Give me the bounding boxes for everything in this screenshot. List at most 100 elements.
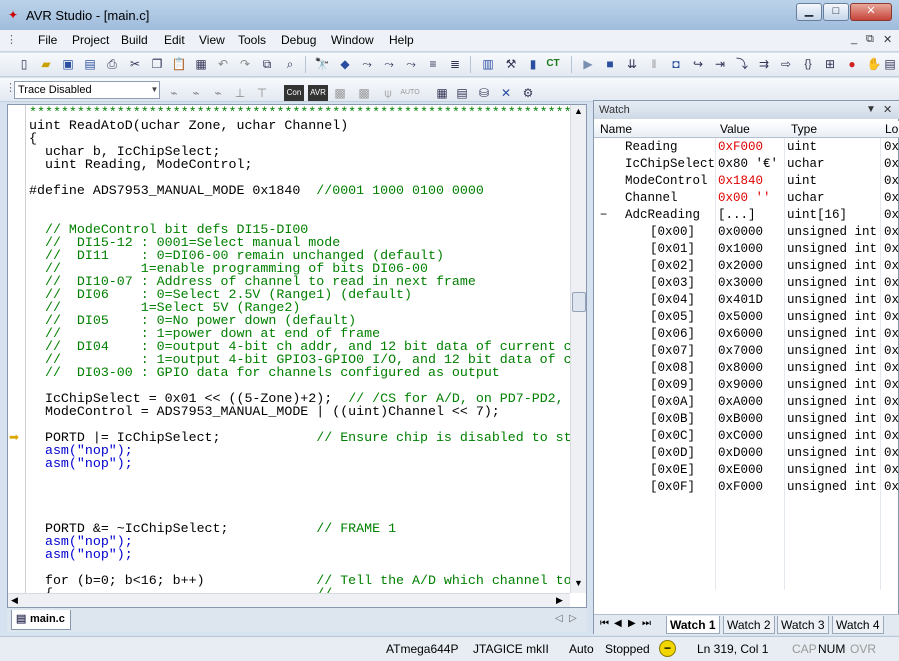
- watch-row[interactable]: [0x0D] 0xD000 unsigned int 0x: [594, 445, 899, 462]
- trace-up-icon[interactable]: ⊤: [254, 85, 270, 101]
- reset-icon[interactable]: ⇊: [624, 56, 640, 72]
- menu-edit[interactable]: Edit: [164, 33, 185, 47]
- clear-breakpoints-icon[interactable]: ✋: [866, 56, 882, 72]
- nav-next-icon[interactable]: ▶: [628, 618, 636, 629]
- print-icon[interactable]: ⎙: [104, 56, 120, 72]
- tab-prev-icon[interactable]: ◁: [555, 613, 563, 624]
- find-icon[interactable]: 🔭: [314, 56, 330, 72]
- auto-icon[interactable]: AUTO: [400, 85, 420, 101]
- menu-window[interactable]: Window: [331, 33, 374, 47]
- new-file-icon[interactable]: ▯: [16, 56, 32, 72]
- code-line[interactable]: ModeControl = ADS7953_MANUAL_MODE | ((ui…: [29, 405, 570, 418]
- trace-select[interactable]: Trace Disabled: [14, 81, 160, 99]
- show-next-statement-icon[interactable]: ⇨: [778, 56, 794, 72]
- nav-prev-icon[interactable]: ◀: [614, 618, 622, 629]
- code-line[interactable]: asm("nop");: [29, 457, 570, 470]
- bookmark-clear-icon[interactable]: ⤳: [403, 56, 419, 72]
- code-line[interactable]: [29, 483, 570, 496]
- watch-row[interactable]: [0x03] 0x3000 unsigned int 0x: [594, 275, 899, 292]
- code-line[interactable]: uint ReadAtoD(uchar Zone, uchar Channel): [29, 119, 570, 132]
- menu-view[interactable]: View: [199, 33, 225, 47]
- watch-row[interactable]: [0x01] 0x1000 unsigned int 0x: [594, 241, 899, 258]
- close-button[interactable]: ✕: [850, 3, 892, 21]
- horizontal-scrollbar[interactable]: ◀ ▶: [8, 593, 570, 607]
- undo-icon[interactable]: ↶: [215, 56, 231, 72]
- open-icon[interactable]: ▰: [38, 56, 54, 72]
- copy-icon[interactable]: ❐: [149, 56, 165, 72]
- code-editor[interactable]: ➡ **************************************…: [7, 104, 587, 608]
- watch-row[interactable]: IcChipSelect 0x80 '€' uchar 0x: [594, 156, 899, 173]
- watch-row[interactable]: [0x0F] 0xF000 unsigned int 0x: [594, 479, 899, 496]
- watch-row[interactable]: [0x0A] 0xA000 unsigned int 0x: [594, 394, 899, 411]
- code-line[interactable]: #define ADS7953_MANUAL_MODE 0x1840 //000…: [29, 184, 570, 197]
- watch-row[interactable]: [0x07] 0x7000 unsigned int 0x: [594, 343, 899, 360]
- watch-row[interactable]: [0x05] 0x5000 unsigned int 0x: [594, 309, 899, 326]
- nav-last-icon[interactable]: ⏭: [642, 618, 651, 629]
- menu-project[interactable]: Project: [72, 33, 109, 47]
- menu-build[interactable]: Build: [121, 33, 148, 47]
- stop-icon[interactable]: ■: [602, 56, 618, 72]
- trace-filter3-icon[interactable]: ⌁: [210, 85, 226, 101]
- windows-icon[interactable]: ⧉: [259, 56, 275, 72]
- code-text[interactable]: ****************************************…: [29, 106, 570, 593]
- chip-icon[interactable]: ▩: [332, 85, 348, 101]
- break-icon[interactable]: ‖: [646, 56, 662, 72]
- step-into-icon[interactable]: ◘: [668, 56, 684, 72]
- code-line[interactable]: asm("nop");: [29, 548, 570, 561]
- scroll-up-icon[interactable]: ▲: [574, 106, 583, 116]
- quickwatch-icon[interactable]: ⊞: [822, 56, 838, 72]
- run-icon[interactable]: ▶: [580, 56, 596, 72]
- watch-row[interactable]: [0x09] 0x9000 unsigned int 0x: [594, 377, 899, 394]
- code-line[interactable]: // DI03-00 : GPIO data for channels conf…: [29, 366, 570, 379]
- tab-watch-4[interactable]: Watch 4: [832, 616, 884, 634]
- minimize-button[interactable]: ▁: [796, 3, 822, 21]
- bookmark-icon[interactable]: ◆: [337, 56, 353, 72]
- code-line[interactable]: [29, 197, 570, 210]
- watch-row[interactable]: [0x08] 0x8000 unsigned int 0x: [594, 360, 899, 377]
- chip2-icon[interactable]: ▩: [356, 85, 372, 101]
- col-name[interactable]: Name: [600, 122, 632, 136]
- paste-icon[interactable]: 📋: [171, 56, 187, 72]
- col-value[interactable]: Value: [720, 122, 750, 136]
- watch-row[interactable]: [0x0B] 0xB000 unsigned int 0x: [594, 411, 899, 428]
- settings-icon[interactable]: ⚙: [520, 85, 536, 101]
- close-debug-icon[interactable]: ✕: [498, 85, 514, 101]
- tab-next-icon[interactable]: ▷: [569, 613, 577, 624]
- panel-close-icon[interactable]: ✕: [883, 101, 892, 119]
- indent-icon[interactable]: ≡: [425, 56, 441, 72]
- mdi-restore-icon[interactable]: ⧉: [866, 33, 874, 46]
- save-all-icon[interactable]: ▤: [82, 56, 98, 72]
- watch-row[interactable]: [0x04] 0x401D unsigned int 0x: [594, 292, 899, 309]
- print-preview-icon[interactable]: ▦: [193, 56, 209, 72]
- watch-row[interactable]: [0x0E] 0xE000 unsigned int 0x: [594, 462, 899, 479]
- rebuild-icon[interactable]: ▮: [525, 56, 541, 72]
- watch-row[interactable]: [0x00] 0x0000 unsigned int 0x: [594, 224, 899, 241]
- code-line[interactable]: uint Reading, ModeControl;: [29, 158, 570, 171]
- vertical-scrollbar[interactable]: ▲ ▼: [570, 105, 586, 593]
- collapse-icon[interactable]: −: [600, 207, 607, 224]
- trace-down-icon[interactable]: ⊥: [232, 85, 248, 101]
- toolbar-options-icon[interactable]: ▤: [882, 56, 898, 72]
- chevron-down-icon[interactable]: ▼: [149, 81, 160, 99]
- run-to-cursor-icon[interactable]: ⤵: [734, 56, 750, 72]
- tab-watch-1[interactable]: Watch 1: [666, 616, 720, 634]
- watch-row[interactable]: Reading 0xF000 uint 0x: [594, 139, 899, 156]
- braces-icon[interactable]: {}: [800, 56, 816, 72]
- tab-main-c[interactable]: ▤ main.c: [11, 610, 71, 630]
- cut-icon[interactable]: ✂: [127, 56, 143, 72]
- menu-help[interactable]: Help: [389, 33, 414, 47]
- code-line[interactable]: [29, 470, 570, 483]
- menu-debug[interactable]: Debug: [281, 33, 316, 47]
- scroll-right-icon[interactable]: ▶: [556, 595, 563, 606]
- chip3-icon[interactable]: ⍦: [380, 85, 396, 101]
- col-location[interactable]: Lo: [885, 122, 898, 136]
- col-type[interactable]: Type: [791, 122, 817, 136]
- tab-watch-3[interactable]: Watch 3: [777, 616, 829, 634]
- nav-first-icon[interactable]: ⏮: [600, 618, 609, 629]
- trace-filter-icon[interactable]: ⌁: [166, 85, 182, 101]
- avr-icon[interactable]: AVR: [308, 85, 328, 101]
- trace-filter2-icon[interactable]: ⌁: [188, 85, 204, 101]
- menu-tools[interactable]: Tools: [238, 33, 266, 47]
- outdent-icon[interactable]: ≣: [447, 56, 463, 72]
- scroll-left-icon[interactable]: ◀: [11, 595, 18, 606]
